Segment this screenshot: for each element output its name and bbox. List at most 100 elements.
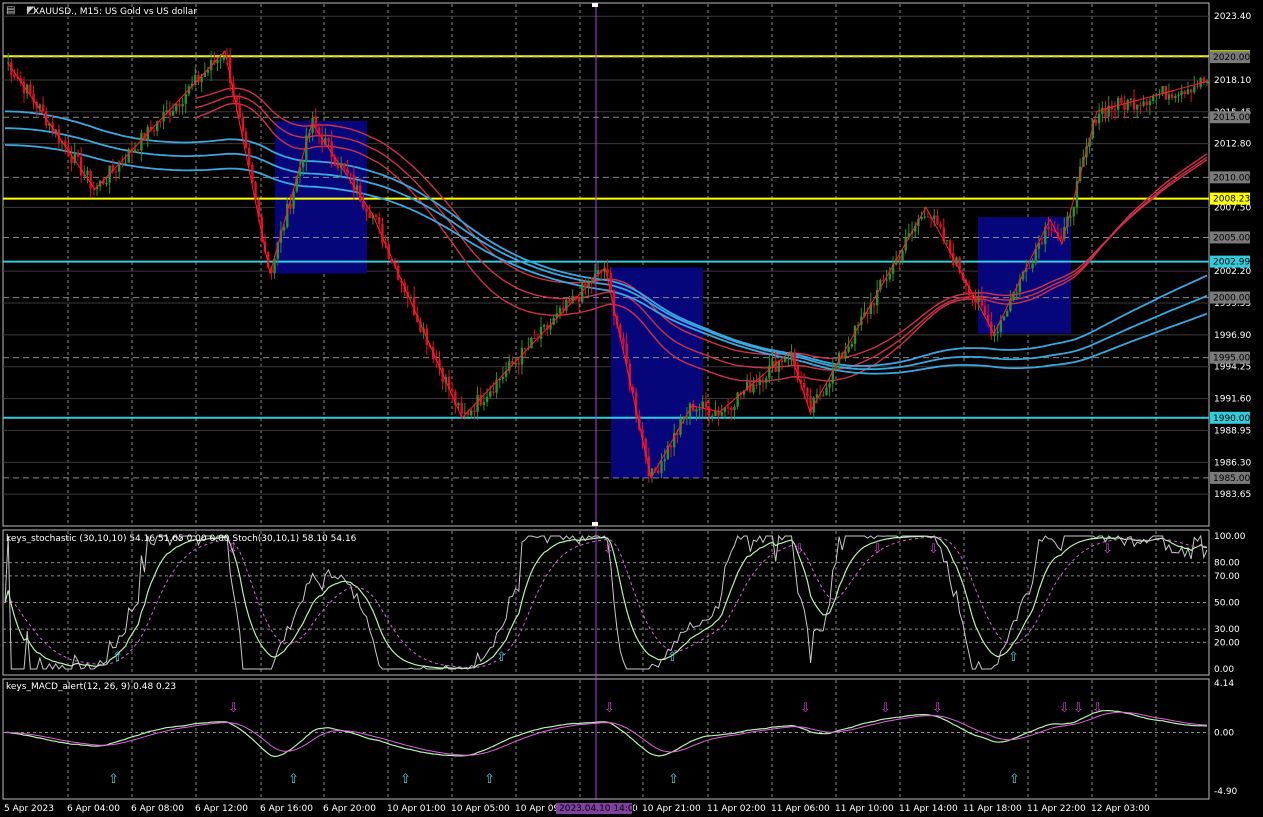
chart-menu-icon[interactable]: ▤ <box>6 5 15 16</box>
candle <box>327 138 330 142</box>
candle <box>736 392 739 407</box>
candle <box>692 403 695 412</box>
candle <box>301 161 305 168</box>
price-axis-label: 2007.50 <box>1214 203 1251 213</box>
level-label: 2008.23 <box>1213 195 1250 205</box>
candle <box>450 389 454 392</box>
candle <box>489 391 492 397</box>
candle <box>530 337 533 349</box>
candle <box>523 348 527 350</box>
candle <box>368 212 371 219</box>
candle <box>980 297 984 306</box>
candle <box>1059 236 1063 239</box>
stoch-sell-arrow-icon: ⇩ <box>227 542 238 557</box>
candle <box>888 273 892 280</box>
candle <box>349 173 352 176</box>
candle <box>822 395 825 397</box>
candle <box>485 396 489 403</box>
pattern-box <box>611 267 703 478</box>
candle <box>780 360 784 363</box>
candle <box>1177 95 1180 97</box>
time-axis-label: 6 Apr 12:00 <box>195 804 248 814</box>
candle <box>695 409 698 412</box>
candle <box>114 171 118 173</box>
stoch-axis-label: 30.00 <box>1214 625 1240 635</box>
candle <box>248 147 251 165</box>
candle <box>365 208 368 213</box>
candle <box>1028 268 1031 270</box>
candle <box>1129 98 1133 100</box>
candle <box>787 357 790 359</box>
chart-title: XAUUSD., M15: US Gold vs US dollar <box>33 7 198 17</box>
price-axis-label: 1988.95 <box>1214 426 1251 436</box>
candle <box>945 240 949 242</box>
macd-panel <box>2 678 1210 800</box>
level-label: 2020.00 <box>1213 53 1250 63</box>
candle <box>844 351 847 359</box>
candle <box>517 362 520 365</box>
price-axis-label: 1994.25 <box>1214 363 1251 373</box>
candle <box>806 387 809 397</box>
level-label: 2010.00 <box>1213 173 1250 183</box>
level-label: 2005.00 <box>1213 233 1250 243</box>
candle <box>1142 101 1145 106</box>
candle <box>939 224 942 228</box>
candle <box>89 170 92 189</box>
candle <box>1167 94 1171 100</box>
candle <box>577 299 581 302</box>
candle <box>1120 97 1123 103</box>
time-axis-label: 10 Apr 09 <box>515 804 559 814</box>
crosshair-handle <box>592 3 598 7</box>
time-axis-label: 11 Apr 10:00 <box>835 804 894 814</box>
stoch-sell-arrow-icon: ⇩ <box>872 542 883 557</box>
candle <box>983 305 987 315</box>
candle <box>473 410 476 412</box>
candle <box>847 346 850 352</box>
candle <box>41 104 45 112</box>
macd-sell-arrow-icon: ⇩ <box>1092 701 1103 716</box>
candle <box>825 387 828 396</box>
stoch-axis-label: 0.00 <box>1214 665 1234 675</box>
stoch-axis-label: 70.00 <box>1214 572 1240 582</box>
candle <box>124 162 127 164</box>
candle <box>1170 94 1174 98</box>
candle <box>137 149 140 151</box>
macd-buy-arrow-icon: ⇧ <box>400 772 411 787</box>
macd-buy-arrow-icon: ⇧ <box>1009 772 1020 787</box>
stoch-axis-label: 80.00 <box>1214 559 1240 569</box>
time-axis-label: 11 Apr 06:00 <box>771 804 830 814</box>
macd-sell-arrow-icon: ⇩ <box>228 701 239 716</box>
candle <box>244 131 248 148</box>
candle <box>346 168 349 174</box>
trading-chart[interactable]: 5 Apr 2023 6 Apr 04:00 6 Apr 08:00 6 Apr 12… <box>0 0 1263 817</box>
macd-sell-arrow-icon: ⇩ <box>932 701 943 716</box>
candle <box>241 117 245 132</box>
candle <box>1116 97 1120 110</box>
candle <box>730 407 733 411</box>
candle <box>720 411 723 416</box>
macd-sell-arrow-icon: ⇩ <box>1073 701 1084 716</box>
candle <box>609 272 612 291</box>
candle <box>352 175 356 191</box>
candle <box>872 303 876 306</box>
stoch-axis-label: 20.00 <box>1214 638 1240 648</box>
candle <box>1069 216 1072 218</box>
candle <box>184 94 187 104</box>
candle <box>761 379 765 383</box>
time-axis-label: 10 Apr 21:00 <box>642 804 701 814</box>
price-axis-label: 1996.90 <box>1214 331 1251 341</box>
candle <box>1097 113 1101 124</box>
candle <box>152 130 156 132</box>
candle <box>1047 227 1050 230</box>
candle <box>1186 89 1190 94</box>
crosshair-time-label: 2023.04.10 14:00 <box>559 804 640 814</box>
candle <box>1189 89 1193 93</box>
macd-axis-label: 0.00 <box>1214 728 1234 738</box>
stoch-axis-label: 100.00 <box>1214 532 1246 542</box>
macd-sell-arrow-icon: ⇩ <box>800 701 811 716</box>
candle <box>476 395 479 412</box>
price-axis-label: 1991.60 <box>1214 395 1251 405</box>
candle <box>292 191 295 209</box>
crosshair-handle <box>592 522 598 526</box>
candle <box>222 56 226 60</box>
